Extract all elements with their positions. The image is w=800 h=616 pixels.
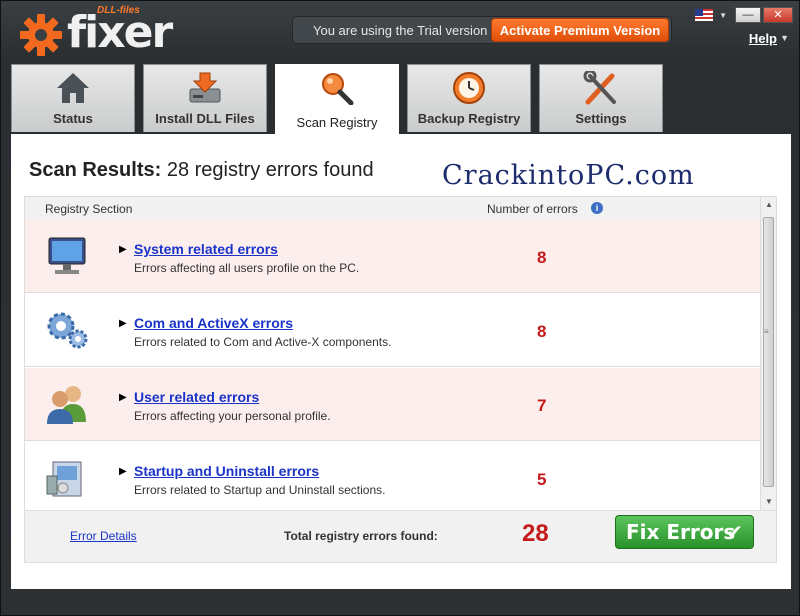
- tab-label: Backup Registry: [417, 111, 521, 126]
- total-errors-value: 28: [522, 520, 549, 547]
- row-description: Errors affecting your personal profile.: [134, 409, 331, 423]
- row-error-count: 5: [537, 470, 547, 489]
- tab-label: Status: [53, 111, 93, 126]
- tab-scan-registry[interactable]: Scan Registry: [275, 64, 399, 136]
- row-title-link[interactable]: Com and ActiveX errors: [134, 315, 293, 331]
- minimize-button[interactable]: —: [735, 7, 761, 23]
- trial-bar: You are using the Trial version Activate…: [292, 16, 672, 44]
- scroll-grip-icon: ≡: [764, 327, 769, 336]
- row-title-link[interactable]: System related errors: [134, 241, 278, 257]
- tab-label: Scan Registry: [296, 115, 378, 130]
- table-row: ▶ System related errors Errors affecting…: [25, 220, 761, 293]
- trial-text: You are using the Trial version: [313, 23, 488, 38]
- activate-premium-button[interactable]: Activate Premium Version: [491, 18, 669, 42]
- row-error-count: 8: [537, 322, 547, 341]
- row-title-link[interactable]: User related errors: [134, 389, 259, 405]
- row-title-link[interactable]: Startup and Uninstall errors: [134, 463, 319, 479]
- expand-arrow-icon[interactable]: ▶: [119, 318, 127, 329]
- expand-arrow-icon[interactable]: ▶: [119, 466, 127, 477]
- row-description: Errors related to Com and Active-X compo…: [134, 335, 392, 349]
- tab-backup-registry[interactable]: Backup Registry: [407, 64, 531, 132]
- logo-text: fixer: [67, 7, 173, 58]
- scan-results-label: Scan Results:: [29, 159, 162, 181]
- us-flag-icon[interactable]: [695, 9, 714, 21]
- chevron-down-icon[interactable]: ▼: [780, 33, 789, 43]
- scroll-down-arrow-icon[interactable]: ▼: [761, 494, 777, 510]
- gears-icon: [47, 312, 88, 349]
- download-drive-icon: [189, 72, 221, 103]
- clock-backup-icon: [453, 72, 485, 104]
- tab-label: Install DLL Files: [155, 111, 255, 126]
- row-description: Errors affecting all users profile on th…: [134, 261, 360, 275]
- watermark-text: CrackintoPC.com: [442, 160, 695, 191]
- main-tabs: Status Install DLL Files Scan Registry B…: [11, 64, 663, 136]
- expand-arrow-icon[interactable]: ▶: [119, 392, 127, 403]
- table-row: ▶ Com and ActiveX errors Errors related …: [25, 294, 761, 367]
- tab-label: Settings: [575, 111, 627, 126]
- total-errors-label: Total registry errors found:: [284, 529, 438, 543]
- table-header: Registry Section Number of errors i: [25, 197, 761, 220]
- users-icon: [47, 386, 86, 424]
- app-logo: DLL-files fixer: [13, 5, 173, 58]
- close-button[interactable]: ✕: [763, 7, 793, 23]
- column-header-count: Number of errors: [487, 202, 578, 216]
- registry-errors-table: Registry Section Number of errors i ▶ Sy…: [24, 196, 777, 511]
- app-window: DLL-files fixer You are using the Trial …: [0, 0, 800, 616]
- chevron-down-icon[interactable]: ▼: [719, 11, 727, 20]
- fix-errors-label: Fix Errors: [626, 520, 736, 544]
- table-row: ▶ User related errors Errors affecting y…: [25, 368, 761, 441]
- row-description: Errors related to Startup and Uninstall …: [134, 483, 386, 497]
- expand-arrow-icon[interactable]: ▶: [119, 244, 127, 255]
- magnifier-icon: [322, 73, 354, 105]
- vertical-scrollbar[interactable]: ▲ ≡ ▼: [760, 197, 776, 510]
- window-controls: ▼ — ✕: [695, 7, 793, 23]
- tools-icon: [583, 71, 616, 105]
- installer-box-icon: [46, 461, 82, 497]
- scrollbar-thumb[interactable]: [763, 217, 774, 487]
- table-row: ▶ Startup and Uninstall errors Errors re…: [25, 442, 761, 515]
- tab-install-dll-files[interactable]: Install DLL Files: [143, 64, 267, 132]
- monitor-icon: [48, 237, 86, 274]
- scan-results-title: Scan Results: 28 registry errors found: [29, 159, 374, 182]
- gear-logo-icon: [20, 14, 62, 56]
- checkmark-icon: ✔: [726, 520, 743, 544]
- scan-results-summary: 28 registry errors found: [161, 159, 374, 181]
- row-error-count: 7: [537, 396, 547, 415]
- tab-status[interactable]: Status: [11, 64, 135, 132]
- info-icon[interactable]: i: [591, 202, 603, 214]
- fix-errors-button[interactable]: Fix Errors ✔: [615, 515, 754, 549]
- results-footer: Error Details Total registry errors foun…: [24, 511, 777, 563]
- row-error-count: 8: [537, 248, 547, 267]
- help-link[interactable]: Help: [749, 31, 777, 46]
- error-details-link[interactable]: Error Details: [70, 529, 137, 543]
- scroll-up-arrow-icon[interactable]: ▲: [761, 197, 777, 213]
- column-header-section: Registry Section: [45, 202, 133, 216]
- home-icon: [57, 73, 89, 103]
- scan-results-panel: Scan Results: 28 registry errors found C…: [11, 134, 791, 589]
- tab-settings[interactable]: Settings: [539, 64, 663, 132]
